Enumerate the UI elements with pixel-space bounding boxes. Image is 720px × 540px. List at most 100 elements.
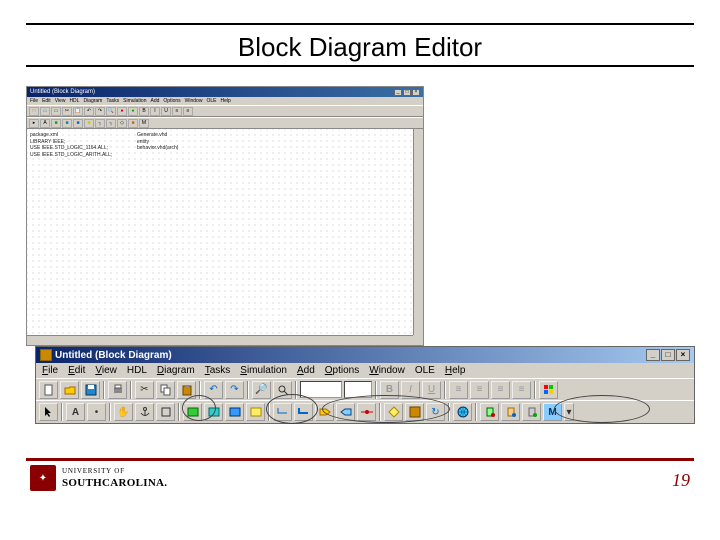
menu-ole[interactable]: OLE	[415, 365, 435, 376]
menu-add[interactable]: Add	[297, 365, 315, 376]
box-icon[interactable]	[156, 403, 175, 421]
color-icon[interactable]	[539, 381, 558, 399]
hand-icon[interactable]: ✋	[114, 403, 133, 421]
align-left-icon[interactable]: ≡	[449, 381, 468, 399]
tb-icon[interactable]: ■	[62, 119, 72, 128]
font-combo[interactable]	[300, 381, 342, 398]
tb-icon[interactable]: ✂	[62, 107, 72, 116]
tb-icon[interactable]: ■	[73, 119, 83, 128]
redo-icon[interactable]: ↷	[225, 381, 244, 399]
open-icon[interactable]	[60, 381, 79, 399]
wire-icon[interactable]	[273, 403, 292, 421]
tb-icon[interactable]: ▸	[29, 119, 39, 128]
tb-icon[interactable]: □	[29, 107, 39, 116]
module3-icon[interactable]	[522, 403, 541, 421]
port-in-icon[interactable]	[315, 403, 334, 421]
port-out-icon[interactable]	[336, 403, 355, 421]
signal-icon[interactable]	[357, 403, 376, 421]
size-combo[interactable]	[344, 381, 372, 398]
max-btn[interactable]: □	[661, 349, 675, 361]
tb-icon[interactable]: I	[150, 107, 160, 116]
close-btn-small[interactable]: ×	[412, 89, 420, 96]
module2-icon[interactable]	[501, 403, 520, 421]
tb-icon[interactable]: ┐	[106, 119, 116, 128]
menu-window[interactable]: Window	[369, 365, 405, 376]
cut-icon[interactable]: ✂	[135, 381, 154, 399]
zoom-icon[interactable]	[273, 381, 292, 399]
tb-icon[interactable]: M	[139, 119, 149, 128]
cursor-icon[interactable]	[39, 403, 58, 421]
min-btn-small[interactable]: _	[394, 89, 402, 96]
min-btn[interactable]: _	[646, 349, 660, 361]
block-teal-icon[interactable]	[204, 403, 223, 421]
menu-hdl[interactable]: HDL	[127, 365, 147, 376]
copy-icon[interactable]	[156, 381, 175, 399]
block-yellow-icon[interactable]	[246, 403, 265, 421]
tb-icon[interactable]: 🔍	[106, 107, 116, 116]
canvas-area[interactable]	[27, 129, 413, 335]
tb-icon[interactable]: ↶	[84, 107, 94, 116]
menu-item[interactable]: HDL	[69, 98, 79, 104]
print-icon[interactable]	[108, 381, 127, 399]
text-tool-icon[interactable]: A	[66, 403, 85, 421]
menu-help[interactable]: Help	[445, 365, 466, 376]
tb-icon[interactable]: ▭	[40, 107, 50, 116]
menu-item[interactable]: Options	[163, 98, 180, 104]
module-m-icon[interactable]: M	[543, 403, 562, 421]
tb-icon[interactable]: ≡	[183, 107, 193, 116]
tb-icon[interactable]: 📋	[73, 107, 83, 116]
menu-item[interactable]: Help	[220, 98, 230, 104]
tb-icon[interactable]: ●	[117, 107, 127, 116]
italic-button[interactable]: I	[401, 381, 420, 399]
underline-button[interactable]: U	[422, 381, 441, 399]
tb-icon[interactable]: U	[161, 107, 171, 116]
align-center-icon[interactable]: ≡	[470, 381, 489, 399]
module1-icon[interactable]	[480, 403, 499, 421]
undo-icon[interactable]: ↶	[204, 381, 223, 399]
bus-icon[interactable]	[294, 403, 313, 421]
close-btn[interactable]: ×	[676, 349, 690, 361]
menu-item[interactable]: File	[30, 98, 38, 104]
menu-item[interactable]: Diagram	[83, 98, 102, 104]
bold-button[interactable]: B	[380, 381, 399, 399]
dropdown-icon[interactable]: ▾	[564, 403, 574, 421]
save2-icon[interactable]	[405, 403, 424, 421]
menu-item[interactable]: Edit	[42, 98, 51, 104]
tb-icon[interactable]: ┐	[95, 119, 105, 128]
scrollbar-v-small[interactable]	[413, 129, 423, 335]
arrow-cycle-icon[interactable]: ↻	[426, 403, 445, 421]
anchor-icon[interactable]	[135, 403, 154, 421]
menu-options[interactable]: Options	[325, 365, 359, 376]
menu-file[interactable]: File	[42, 365, 58, 376]
menu-item[interactable]: Simulation	[123, 98, 146, 104]
align-justify-icon[interactable]: ≡	[512, 381, 531, 399]
find-icon[interactable]: 🔎	[252, 381, 271, 399]
menu-edit[interactable]: Edit	[68, 365, 85, 376]
save-icon[interactable]	[81, 381, 100, 399]
tb-icon[interactable]: ≡	[172, 107, 182, 116]
max-btn-small[interactable]: □	[403, 89, 411, 96]
menu-item[interactable]: Window	[185, 98, 203, 104]
tb-icon[interactable]: B	[139, 107, 149, 116]
menu-item[interactable]: View	[55, 98, 66, 104]
new-icon[interactable]	[39, 381, 58, 399]
tb-icon[interactable]: ◇	[117, 119, 127, 128]
scrollbar-h-small[interactable]	[27, 335, 413, 345]
tb-icon[interactable]: ■	[51, 119, 61, 128]
menu-item[interactable]: Tasks	[106, 98, 119, 104]
block-green-icon[interactable]	[183, 403, 202, 421]
tb-icon[interactable]: ↷	[95, 107, 105, 116]
globe-icon[interactable]	[453, 403, 472, 421]
diamond-icon[interactable]	[384, 403, 403, 421]
menu-diagram[interactable]: Diagram	[157, 365, 195, 376]
menu-item[interactable]: Add	[151, 98, 160, 104]
tb-icon[interactable]: ■	[84, 119, 94, 128]
menu-simulation[interactable]: Simulation	[240, 365, 287, 376]
tb-icon[interactable]: ■	[128, 119, 138, 128]
paste-icon[interactable]	[177, 381, 196, 399]
tb-icon[interactable]: ●	[128, 107, 138, 116]
menu-tasks[interactable]: Tasks	[205, 365, 231, 376]
align-right-icon[interactable]: ≡	[491, 381, 510, 399]
menu-view[interactable]: View	[95, 365, 117, 376]
bullet-tool-icon[interactable]: •	[87, 403, 106, 421]
